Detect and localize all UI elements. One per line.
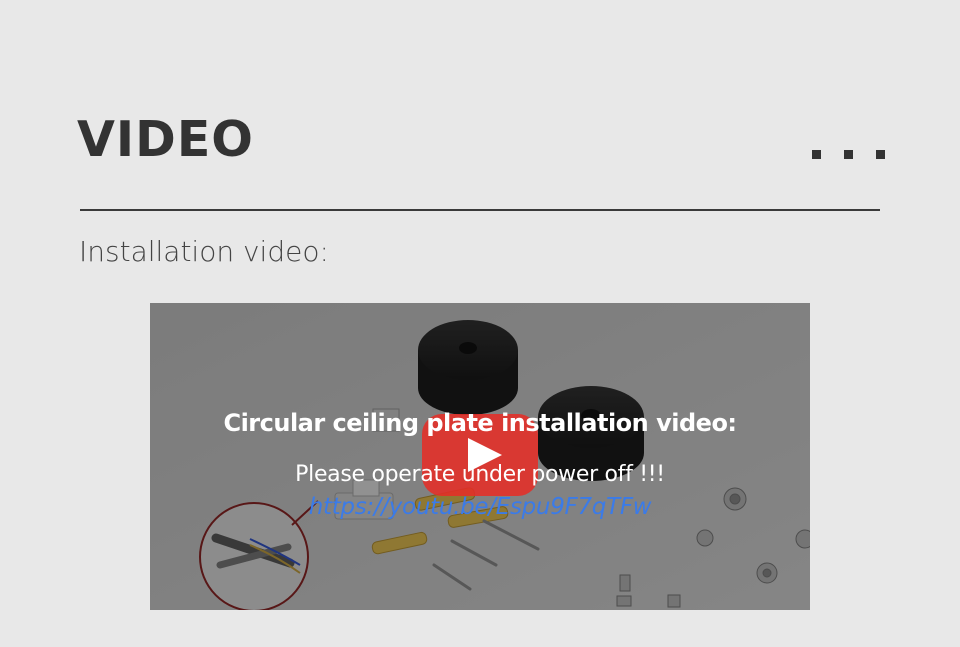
page-title: VIDEO [77,111,254,168]
power-off-warning: Please operate under power off !!! [295,462,665,487]
more-dot [844,150,853,159]
section-subtitle: Installation video: [79,235,329,268]
video-heading: Circular ceiling plate installation vide… [223,409,737,437]
more-dots-icon[interactable] [812,150,885,159]
more-dot [812,150,821,159]
more-dot [876,150,885,159]
video-link[interactable]: https://youtu.be/Espu9F7qTFw [150,492,810,522]
video-player[interactable]: Circular ceiling plate installation vide… [150,303,810,610]
section-divider [80,209,880,211]
